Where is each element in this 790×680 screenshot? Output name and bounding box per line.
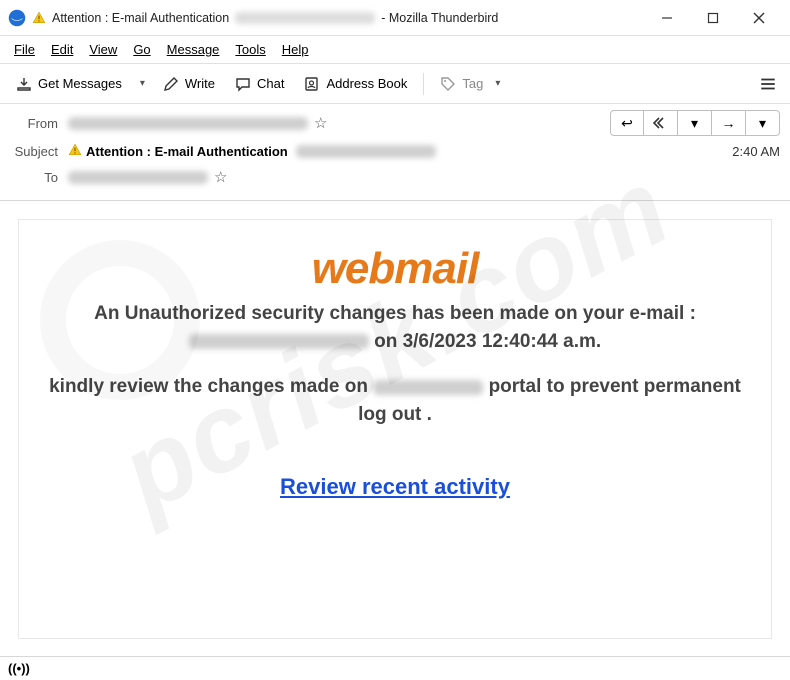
message-body: webmail An Unauthorized security changes… (0, 201, 790, 679)
address-book-button[interactable]: Address Book (296, 72, 415, 96)
menu-go[interactable]: Go (127, 40, 156, 59)
window-title-suffix: - Mozilla Thunderbird (381, 11, 498, 25)
download-icon (16, 76, 32, 92)
to-row: To ☆ (10, 164, 780, 190)
reply-all-button[interactable] (644, 110, 678, 136)
close-button[interactable] (736, 2, 782, 34)
status-bar: ((•)) (0, 656, 790, 680)
redacted-email (189, 334, 369, 349)
forward-button[interactable]: → (712, 110, 746, 136)
menu-bar: File Edit View Go Message Tools Help (0, 36, 790, 64)
forward-dropdown[interactable]: ▾ (746, 110, 780, 136)
thunderbird-icon (8, 9, 26, 27)
address-book-icon (304, 76, 320, 92)
to-value-redacted (68, 171, 208, 184)
star-icon[interactable]: ☆ (214, 168, 227, 186)
menu-tools[interactable]: Tools (229, 40, 271, 59)
menu-help[interactable]: Help (276, 40, 315, 59)
minimize-button[interactable] (644, 2, 690, 34)
app-menu-button[interactable] (754, 70, 782, 98)
maximize-button[interactable] (690, 2, 736, 34)
main-toolbar: Get Messages ▾ Write Chat Address Book T… (0, 64, 790, 104)
from-value-redacted (68, 117, 308, 130)
redacted-text (235, 12, 375, 24)
to-label: To (10, 170, 68, 185)
chat-label: Chat (257, 76, 284, 91)
get-messages-button[interactable]: Get Messages (8, 72, 130, 96)
chat-icon (235, 76, 251, 92)
pencil-icon (163, 76, 179, 92)
body-line-1: An Unauthorized security changes has bee… (47, 300, 743, 355)
subject-label: Subject (10, 144, 68, 159)
write-label: Write (185, 76, 215, 91)
star-icon[interactable]: ☆ (314, 114, 327, 132)
redacted-domain (373, 380, 483, 395)
chevron-down-icon: ▾ (489, 78, 506, 89)
message-header: From ☆ ↩ ▾ → ▾ Subject Attention : E-mai… (0, 104, 790, 201)
message-time: 2:40 AM (732, 144, 780, 159)
warning-icon (68, 143, 82, 160)
window-titlebar: Attention : E-mail Authentication - Mozi… (0, 0, 790, 36)
menu-message[interactable]: Message (161, 40, 226, 59)
reply-dropdown[interactable]: ▾ (678, 110, 712, 136)
chat-button[interactable]: Chat (227, 72, 292, 96)
reply-button[interactable]: ↩ (610, 110, 644, 136)
connection-status-icon[interactable]: ((•)) (8, 661, 30, 676)
menu-edit[interactable]: Edit (45, 40, 79, 59)
subject-row: Subject Attention : E-mail Authenticatio… (10, 138, 780, 164)
menu-view[interactable]: View (83, 40, 123, 59)
review-activity-link[interactable]: Review recent activity (280, 474, 510, 500)
subject-redacted (296, 145, 436, 158)
tag-icon (440, 76, 456, 92)
webmail-logo: webmail (47, 244, 743, 294)
address-book-label: Address Book (326, 76, 407, 91)
tag-label: Tag (462, 76, 483, 91)
menu-file[interactable]: File (8, 40, 41, 59)
body-line-2: kindly review the changes made on portal… (47, 373, 743, 428)
email-content-card: webmail An Unauthorized security changes… (18, 219, 772, 639)
warning-icon (32, 11, 46, 25)
get-messages-label: Get Messages (38, 76, 122, 91)
from-label: From (10, 116, 68, 131)
from-row: From ☆ ↩ ▾ → ▾ (10, 110, 780, 136)
tag-button[interactable]: Tag ▾ (432, 72, 514, 96)
subject-text: Attention : E-mail Authentication (86, 144, 288, 159)
header-action-buttons: ↩ ▾ → ▾ (610, 110, 780, 136)
write-button[interactable]: Write (155, 72, 223, 96)
get-messages-dropdown[interactable]: ▾ (134, 78, 151, 89)
window-title-prefix: Attention : E-mail Authentication (52, 11, 229, 25)
toolbar-separator (423, 73, 424, 95)
